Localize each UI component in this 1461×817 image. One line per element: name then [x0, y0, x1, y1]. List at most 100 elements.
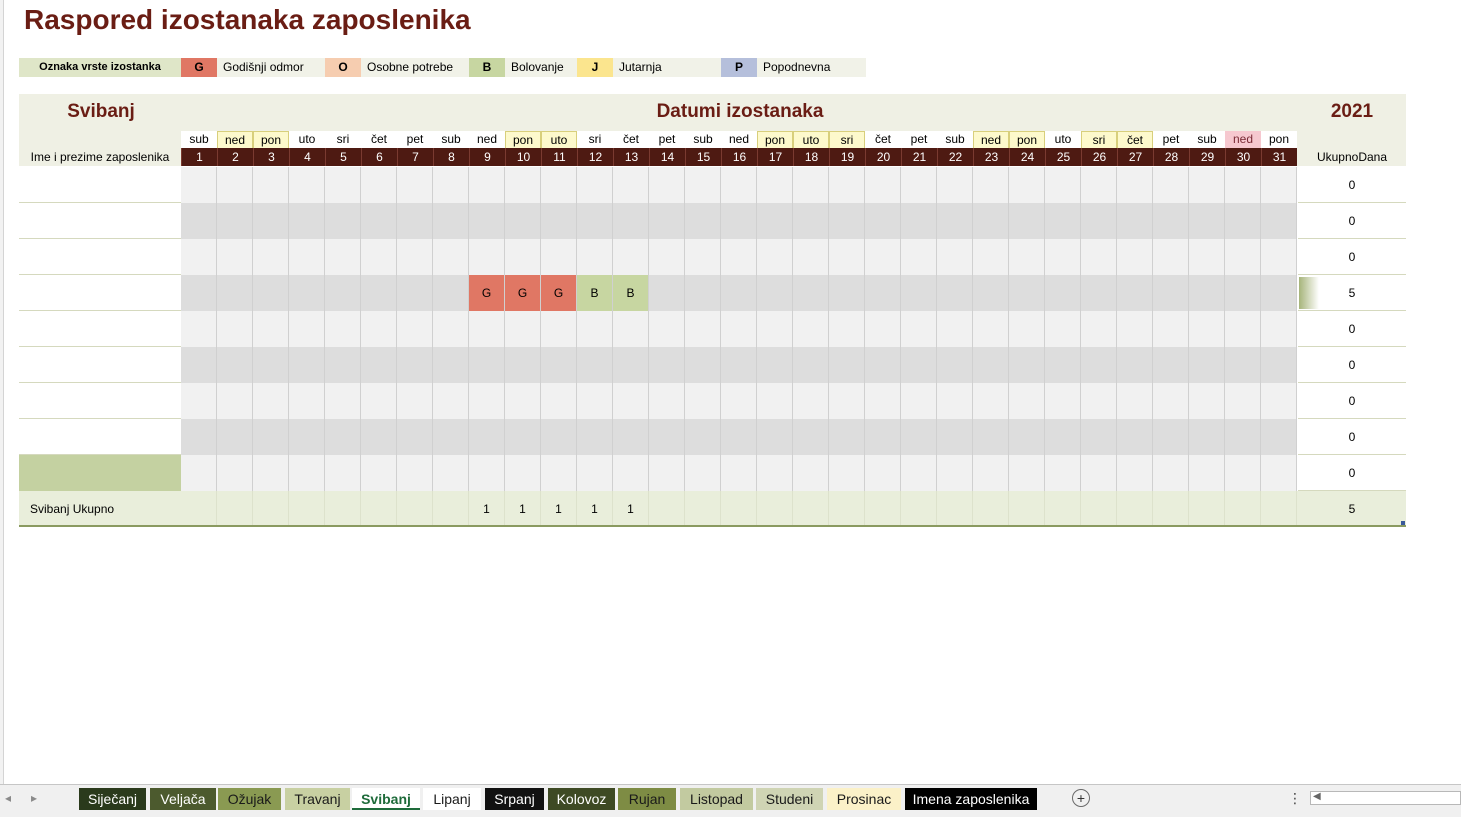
absence-cell[interactable]	[1117, 347, 1153, 383]
absence-cell[interactable]	[1009, 311, 1045, 347]
absence-cell[interactable]	[649, 275, 685, 311]
employee-name-cell[interactable]	[19, 203, 181, 239]
absence-cell[interactable]	[865, 419, 901, 455]
absence-cell[interactable]	[433, 239, 469, 275]
absence-cell[interactable]	[181, 167, 217, 203]
absence-cell[interactable]	[361, 383, 397, 419]
absence-cell[interactable]	[1225, 347, 1261, 383]
absence-cell[interactable]	[469, 419, 505, 455]
absence-cell[interactable]	[937, 167, 973, 203]
absence-cell[interactable]	[937, 419, 973, 455]
sheet-tab-imena-zaposlenika[interactable]: Imena zaposlenika	[905, 788, 1037, 810]
absence-cell[interactable]	[289, 203, 325, 239]
employee-name-cell[interactable]	[19, 383, 181, 419]
absence-cell[interactable]	[757, 383, 793, 419]
absence-cell[interactable]	[1225, 419, 1261, 455]
employee-name-cell[interactable]	[19, 419, 181, 455]
absence-cell[interactable]	[361, 347, 397, 383]
absence-cell[interactable]	[685, 455, 721, 491]
absence-cell[interactable]	[937, 275, 973, 311]
absence-cell[interactable]	[793, 419, 829, 455]
absence-cell[interactable]	[1081, 311, 1117, 347]
absence-cell[interactable]	[505, 419, 541, 455]
absence-cell[interactable]	[613, 203, 649, 239]
employee-name-cell[interactable]	[19, 347, 181, 383]
absence-cell[interactable]	[1189, 239, 1225, 275]
absence-cell[interactable]	[577, 311, 613, 347]
absence-cell[interactable]	[469, 167, 505, 203]
absence-cell[interactable]	[649, 455, 685, 491]
scroll-tabs-left-icon[interactable]: ◂	[0, 791, 16, 805]
absence-cell[interactable]	[721, 239, 757, 275]
absence-cell[interactable]	[721, 203, 757, 239]
absence-cell[interactable]	[181, 383, 217, 419]
absence-cell[interactable]	[397, 419, 433, 455]
absence-cell[interactable]	[721, 455, 757, 491]
absence-cell[interactable]	[901, 239, 937, 275]
add-sheet-icon[interactable]: +	[1072, 789, 1090, 807]
absence-cell[interactable]	[973, 203, 1009, 239]
absence-cell[interactable]	[577, 203, 613, 239]
absence-cell[interactable]	[1261, 455, 1297, 491]
absence-cell[interactable]	[541, 455, 577, 491]
absence-cell[interactable]	[1153, 419, 1189, 455]
absence-cell[interactable]	[1153, 455, 1189, 491]
absence-cell[interactable]	[1261, 167, 1297, 203]
absence-cell[interactable]	[1009, 167, 1045, 203]
absence-cell[interactable]	[865, 311, 901, 347]
absence-cell[interactable]	[397, 203, 433, 239]
absence-cell[interactable]	[289, 275, 325, 311]
absence-cell[interactable]	[793, 383, 829, 419]
absence-cell[interactable]	[217, 383, 253, 419]
absence-cell[interactable]	[613, 419, 649, 455]
absence-cell[interactable]	[541, 347, 577, 383]
absence-cell[interactable]	[757, 167, 793, 203]
absence-cell[interactable]	[325, 239, 361, 275]
absence-cell[interactable]	[325, 455, 361, 491]
absence-cell[interactable]	[289, 347, 325, 383]
absence-cell[interactable]	[973, 167, 1009, 203]
absence-cell[interactable]	[649, 311, 685, 347]
absence-cell[interactable]	[1009, 455, 1045, 491]
absence-cell[interactable]	[433, 311, 469, 347]
absence-cell[interactable]	[217, 275, 253, 311]
absence-cell[interactable]	[505, 203, 541, 239]
absence-cell[interactable]	[1225, 311, 1261, 347]
absence-cell[interactable]	[865, 383, 901, 419]
absence-cell[interactable]	[397, 311, 433, 347]
absence-cell[interactable]	[685, 419, 721, 455]
absence-cell[interactable]	[1117, 203, 1153, 239]
sheet-tab-veljača[interactable]: Veljača	[150, 788, 216, 810]
absence-cell[interactable]	[901, 347, 937, 383]
absence-cell[interactable]	[1189, 275, 1225, 311]
absence-cell[interactable]	[973, 275, 1009, 311]
more-options-icon[interactable]: ⋮	[1288, 790, 1302, 807]
absence-cell[interactable]	[181, 419, 217, 455]
absence-cell[interactable]	[1153, 167, 1189, 203]
absence-cell[interactable]	[865, 455, 901, 491]
absence-cell[interactable]	[505, 347, 541, 383]
absence-cell[interactable]	[1081, 275, 1117, 311]
absence-cell[interactable]	[469, 203, 505, 239]
absence-cell[interactable]	[325, 383, 361, 419]
absence-cell[interactable]	[1225, 167, 1261, 203]
absence-cell[interactable]	[613, 239, 649, 275]
absence-cell[interactable]	[253, 347, 289, 383]
absence-cell[interactable]	[1261, 311, 1297, 347]
absence-cell[interactable]	[649, 347, 685, 383]
absence-cell[interactable]	[901, 167, 937, 203]
absence-cell[interactable]	[1225, 383, 1261, 419]
absence-cell[interactable]	[1009, 419, 1045, 455]
absence-cell[interactable]	[361, 311, 397, 347]
absence-cell[interactable]	[1225, 203, 1261, 239]
absence-cell[interactable]	[901, 203, 937, 239]
absence-cell[interactable]	[937, 311, 973, 347]
absence-cell[interactable]	[829, 419, 865, 455]
absence-cell[interactable]	[577, 455, 613, 491]
absence-cell[interactable]: G	[469, 275, 505, 311]
absence-cell[interactable]	[1081, 419, 1117, 455]
absence-cell[interactable]	[289, 419, 325, 455]
absence-cell[interactable]	[577, 347, 613, 383]
absence-cell[interactable]	[253, 419, 289, 455]
employee-name-cell[interactable]	[19, 311, 181, 347]
